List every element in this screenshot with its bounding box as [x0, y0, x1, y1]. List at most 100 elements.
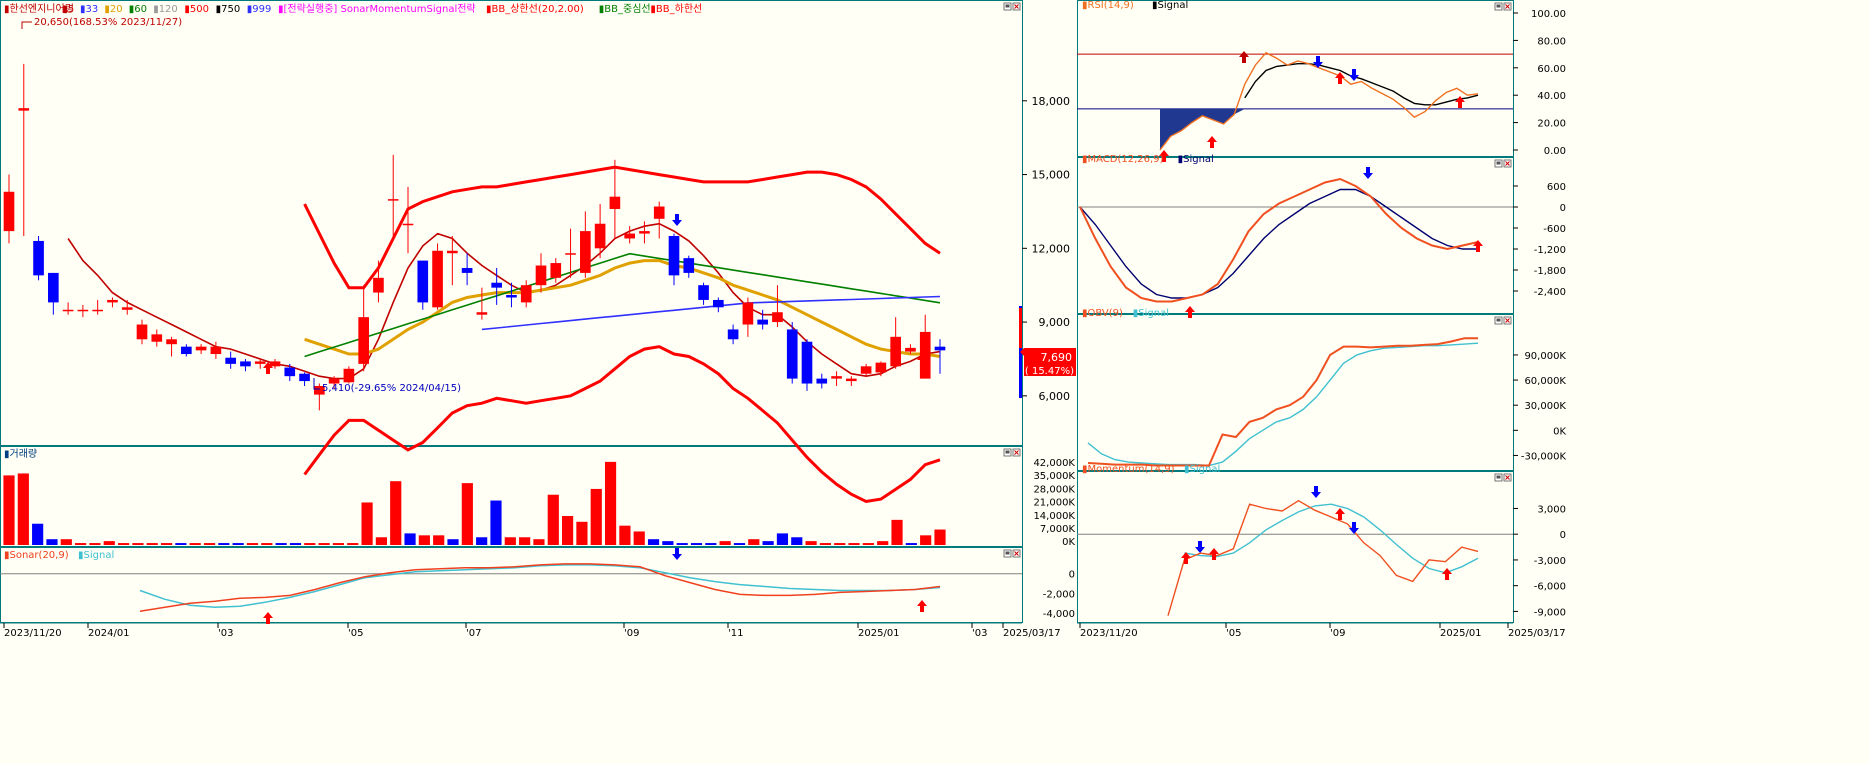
indicator-signal-label: ▮Signal	[1133, 308, 1169, 319]
candle-body	[121, 307, 133, 310]
volume-bar	[103, 541, 115, 545]
volume-bar	[246, 543, 259, 545]
legend-item: ▮20	[104, 4, 122, 15]
volume-bar	[433, 535, 445, 545]
indicator-tick-label: 90,000K	[1524, 351, 1566, 362]
indicator-title: ▮MACD(12,26,9)	[1082, 154, 1164, 165]
sonar-title: ▮Sonar(20,9)	[4, 550, 69, 561]
price-range-bar-up	[1019, 308, 1022, 348]
volume-bar	[275, 543, 287, 545]
indicator-tick-label: 60,000K	[1524, 376, 1566, 387]
x-tick-label-right: 2025/01	[1440, 628, 1482, 639]
candle-body	[831, 376, 842, 379]
indicator-tick-label: -6,000	[1534, 582, 1566, 593]
indicator-signal-label: ▮Signal	[1184, 464, 1220, 475]
volume-bar	[203, 543, 216, 545]
candle-body	[683, 258, 695, 273]
candle-body	[772, 312, 783, 323]
candle-body	[3, 191, 15, 232]
x-tick-label-right: '09	[1330, 628, 1345, 639]
candle-body	[786, 329, 798, 379]
volume-tick-label: 0K	[1062, 537, 1075, 548]
volume-bar	[132, 543, 144, 545]
legend-item: ▮750	[216, 4, 241, 15]
volume-bar	[834, 543, 846, 545]
volume-bar	[117, 543, 130, 545]
candle-body	[240, 361, 251, 367]
candle-body	[653, 206, 665, 219]
volume-tick-label: 42,000K	[1033, 458, 1075, 469]
volume-bar	[805, 541, 817, 545]
volume-bar	[318, 543, 330, 545]
volume-title: ▮거래량	[4, 448, 37, 460]
candle-body	[757, 319, 768, 325]
candle-body	[77, 309, 89, 312]
candle-body	[151, 334, 163, 342]
candle-body	[624, 233, 635, 239]
volume-bar	[877, 541, 889, 545]
candle-body	[210, 346, 222, 355]
indicator-tick-label: 0	[1560, 530, 1566, 541]
macd-panel	[1077, 157, 1514, 314]
x-tick-label: 2025/03/17	[1003, 628, 1061, 639]
momentum-panel	[1077, 471, 1514, 623]
candle-body	[713, 299, 724, 308]
legend-item: ▮120	[153, 4, 178, 15]
volume-panel	[0, 446, 1023, 547]
volume-bar	[232, 543, 244, 545]
x-tick-label-right: 2025/03/17	[1508, 628, 1566, 639]
candle-body	[48, 272, 59, 303]
indicator-title: ▮Momentum(14,9)	[1082, 464, 1175, 475]
x-tick-label: '09	[624, 628, 639, 639]
candle-body	[284, 367, 296, 377]
indicator-signal-label: ▮Signal	[1152, 0, 1188, 11]
x-tick-label: '05	[348, 628, 363, 639]
indicator-tick-label: 40.00	[1537, 91, 1566, 102]
candle-body	[875, 362, 887, 373]
volume-bar	[160, 543, 173, 545]
candle-body	[727, 329, 739, 340]
volume-bar	[289, 543, 302, 545]
candle-body	[225, 357, 236, 364]
indicator-tick-label: -600	[1543, 224, 1566, 235]
volume-bar	[719, 541, 731, 545]
candle-body	[387, 199, 399, 201]
indicator-tick-label: -2,400	[1534, 287, 1566, 298]
price-tick-label: 18,000	[1032, 95, 1071, 108]
candle-body	[550, 263, 562, 278]
candle-body	[18, 108, 30, 111]
high-label: 20,650(168.53% 2023/11/27)	[34, 17, 182, 28]
volume-bar	[390, 481, 402, 545]
candle-body	[402, 223, 414, 226]
candle-body	[254, 361, 266, 364]
volume-bar	[676, 543, 688, 545]
indicator-tick-label: 0K	[1553, 426, 1566, 437]
volume-bar	[934, 529, 946, 545]
volume-bar	[476, 537, 488, 545]
legend-item: ▮500	[184, 4, 209, 15]
volume-bar	[175, 543, 187, 545]
volume-bar	[862, 543, 874, 545]
candle-body	[417, 260, 429, 303]
x-tick-label-right: 2023/11/20	[1080, 628, 1138, 639]
indicator-tick-label: 0.00	[1544, 146, 1566, 157]
volume-bar	[261, 543, 273, 545]
candle-body	[639, 231, 650, 234]
volume-bar	[819, 543, 832, 545]
candle-body	[565, 253, 576, 255]
volume-bar	[776, 533, 789, 545]
volume-bar	[361, 502, 373, 545]
candle-body	[195, 346, 207, 351]
sonar-signal-label: ▮Signal	[78, 550, 114, 561]
candle-body	[846, 378, 857, 382]
volume-bar	[733, 543, 746, 545]
legend-item: ▮BB_하한선	[650, 2, 702, 15]
volume-bar	[662, 541, 674, 545]
x-tick-label: 2025/01	[858, 628, 900, 639]
main-panel	[0, 0, 1023, 446]
volume-bar	[519, 537, 531, 545]
legend-item: ▮999	[247, 4, 272, 15]
volume-tick-label: 35,000K	[1033, 471, 1075, 482]
candle-body	[668, 236, 680, 276]
candle-body	[801, 341, 813, 384]
